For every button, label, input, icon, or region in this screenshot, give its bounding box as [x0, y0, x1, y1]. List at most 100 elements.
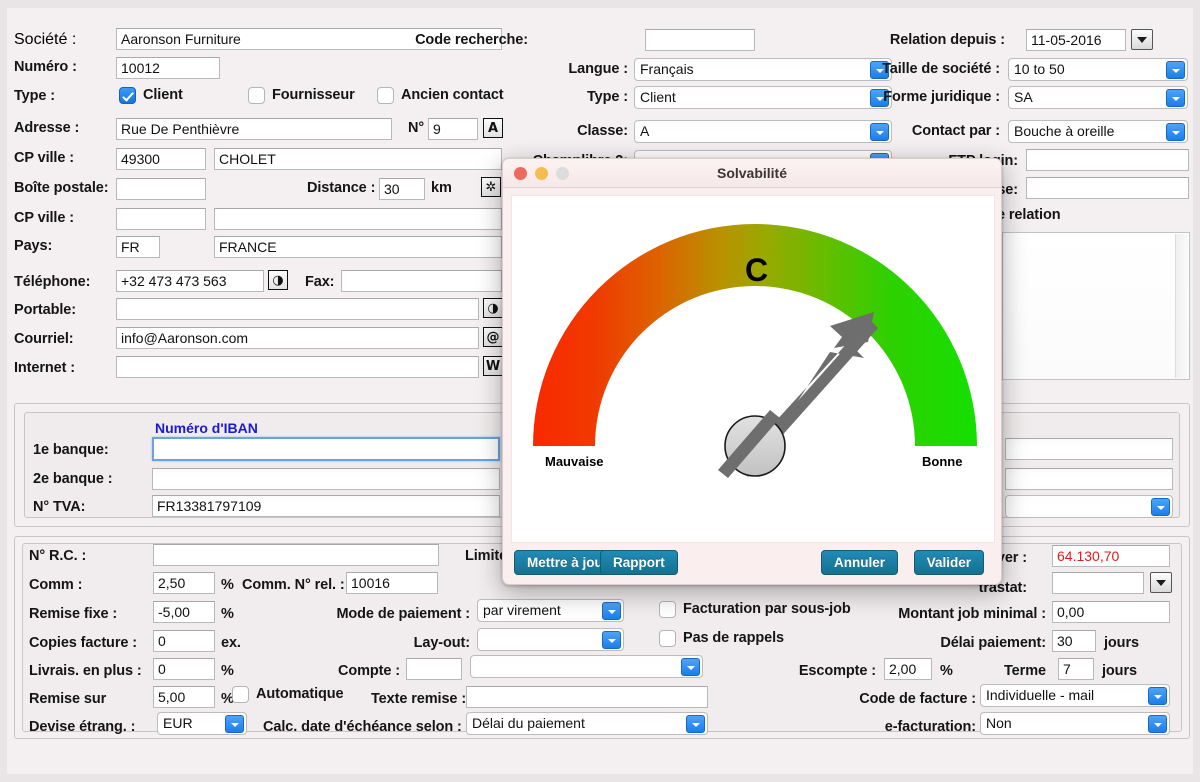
facturation-sous-job-row[interactable]: Facturation par sous-job — [659, 601, 851, 618]
ftp-password-input[interactable] — [1026, 177, 1189, 199]
taille-societe-select[interactable]: 10 to 50 — [1008, 58, 1188, 81]
type-ancien-contact-checkbox[interactable] — [377, 87, 394, 104]
contact-par-select[interactable]: Bouche à oreille — [1008, 120, 1188, 143]
solvabilite-dialog[interactable]: Solvabilité C Mauvaise Bonne Mettre à jo… — [502, 158, 1002, 585]
terme-input[interactable]: 7 — [1058, 658, 1094, 680]
phone-icon[interactable]: ◑ — [268, 270, 288, 290]
limite-label: Limite — [465, 548, 508, 564]
pas-de-rappels-row[interactable]: Pas de rappels — [659, 630, 784, 647]
rapport-button[interactable]: Rapport — [600, 550, 678, 575]
courriel-input[interactable]: info@Aaronson.com — [116, 327, 479, 349]
efacturation-select[interactable]: Non — [980, 712, 1170, 735]
compte-select[interactable] — [470, 655, 703, 678]
cp-input[interactable]: 49300 — [116, 148, 206, 170]
iban-header: Numéro d'IBAN — [155, 420, 258, 436]
solvabilite-gauge — [533, 224, 977, 478]
devise-value: EUR — [163, 715, 193, 731]
telephone-input[interactable]: +32 473 473 563 — [116, 270, 264, 292]
compte-input[interactable] — [406, 658, 462, 680]
banque2-iban-input[interactable] — [152, 468, 500, 490]
fax-input[interactable] — [341, 270, 502, 292]
gauge-min-label: Mauvaise — [545, 454, 604, 469]
gauge-grade-label: C — [745, 252, 769, 288]
type-client-checkbox[interactable] — [119, 87, 136, 104]
escompte-input[interactable]: 2,00 — [884, 658, 932, 680]
bank-extra-field-2[interactable] — [1005, 468, 1173, 490]
pas-de-rappels-checkbox[interactable] — [659, 630, 676, 647]
automatique-checkbox[interactable] — [232, 686, 249, 703]
montant-job-input[interactable]: 0,00 — [1052, 601, 1170, 623]
facturation-sous-job-label: Facturation par sous-job — [683, 601, 851, 618]
texte-remise-input[interactable] — [466, 686, 708, 708]
chevron-down-icon[interactable] — [686, 715, 705, 733]
annuler-button[interactable]: Annuler — [820, 550, 898, 575]
dialog-titlebar[interactable]: Solvabilité — [503, 159, 1001, 188]
intrastat-input[interactable] — [1052, 572, 1144, 594]
phone-icon[interactable]: ◑ — [483, 298, 503, 318]
valider-button[interactable]: Valider — [913, 550, 984, 575]
bank-extra-select[interactable] — [1005, 495, 1173, 518]
type-label: Type : — [14, 88, 56, 104]
ville2-input[interactable] — [214, 208, 502, 230]
nrc-input[interactable] — [153, 544, 439, 566]
type-fournisseur-checkbox-row[interactable]: Fournisseur — [248, 87, 355, 104]
chevron-down-icon[interactable] — [602, 602, 621, 620]
web-icon[interactable]: W — [483, 356, 503, 376]
mode-paiement-select[interactable]: par virement — [477, 599, 624, 622]
mode-paiement-label: Mode de paiement : — [336, 606, 470, 622]
chevron-down-icon[interactable] — [602, 631, 621, 649]
chevron-down-icon[interactable] — [1151, 498, 1170, 516]
copies-facture-input[interactable]: 0 — [153, 630, 215, 652]
livrais-input[interactable]: 0 — [153, 658, 215, 680]
portable-input[interactable] — [116, 298, 479, 320]
remise-fixe-input[interactable]: -5,00 — [153, 601, 215, 623]
tva-input[interactable]: FR13381797109 — [152, 495, 500, 517]
relation-note-scrollbar[interactable] — [1175, 234, 1188, 378]
chevron-down-icon[interactable] — [1166, 61, 1185, 79]
relation-depuis-input[interactable]: 11-05-2016 — [1026, 29, 1126, 51]
pays-name-input[interactable]: FRANCE — [214, 236, 502, 258]
dialog-footer: Mettre à jour Rapport Annuler Valider — [503, 541, 1001, 584]
remise-sur-input[interactable]: 5,00 — [153, 686, 215, 708]
chevron-down-icon[interactable] — [1148, 715, 1167, 733]
internet-input[interactable] — [116, 356, 479, 378]
automatique-row[interactable]: Automatique — [232, 686, 344, 703]
cp2-input[interactable] — [116, 208, 206, 230]
bank-extra-field-1[interactable] — [1005, 438, 1173, 460]
chevron-down-icon[interactable] — [1166, 123, 1185, 141]
devise-select[interactable]: EUR — [157, 712, 247, 735]
societe-label: Société : — [14, 31, 77, 48]
calc-date-label: Calc. date d'échéance selon : — [263, 719, 462, 735]
type-client-checkbox-row[interactable]: Client — [119, 87, 183, 104]
adresse-input[interactable]: Rue De Penthièvre — [116, 118, 392, 140]
type-fournisseur-checkbox[interactable] — [248, 87, 265, 104]
layout-select[interactable] — [477, 628, 624, 651]
banque1-iban-input[interactable] — [152, 437, 500, 461]
numero-input[interactable]: 10012 — [116, 57, 220, 79]
intrastat-dropdown-icon[interactable] — [1150, 572, 1172, 593]
calc-date-select[interactable]: Délai du paiement — [466, 712, 708, 735]
forme-juridique-select[interactable]: SA — [1008, 86, 1188, 109]
code-recherche-input[interactable] — [645, 29, 755, 51]
right-type-label: Type : — [586, 89, 628, 105]
chevron-down-icon[interactable] — [1166, 89, 1185, 107]
comm-input[interactable]: 2,50 — [153, 572, 215, 594]
pays-code-input[interactable]: FR — [116, 236, 160, 258]
delai-paiement-input[interactable]: 30 — [1052, 630, 1096, 652]
chevron-down-icon[interactable] — [1148, 687, 1167, 705]
escompte-label: Escompte : — [798, 663, 876, 679]
relation-note-textarea[interactable] — [1002, 232, 1190, 380]
distance-input[interactable]: 30 — [379, 178, 425, 200]
gauge-max-label: Bonne — [922, 454, 963, 469]
relation-depuis-dropdown-icon[interactable] — [1131, 29, 1153, 50]
email-icon[interactable]: @ — [483, 327, 503, 347]
comm-nrel-input[interactable]: 10016 — [346, 572, 438, 594]
chevron-down-icon[interactable] — [225, 715, 244, 733]
boite-postale-input[interactable] — [116, 178, 206, 200]
chevron-down-icon[interactable] — [681, 658, 700, 676]
ftp-login-input[interactable] — [1026, 149, 1189, 171]
facturation-sous-job-checkbox[interactable] — [659, 601, 676, 618]
map-icon[interactable]: ✲ — [481, 177, 501, 197]
compte-label: Compte : — [337, 663, 400, 679]
code-facture-select[interactable]: Individuelle - mail — [980, 684, 1170, 707]
